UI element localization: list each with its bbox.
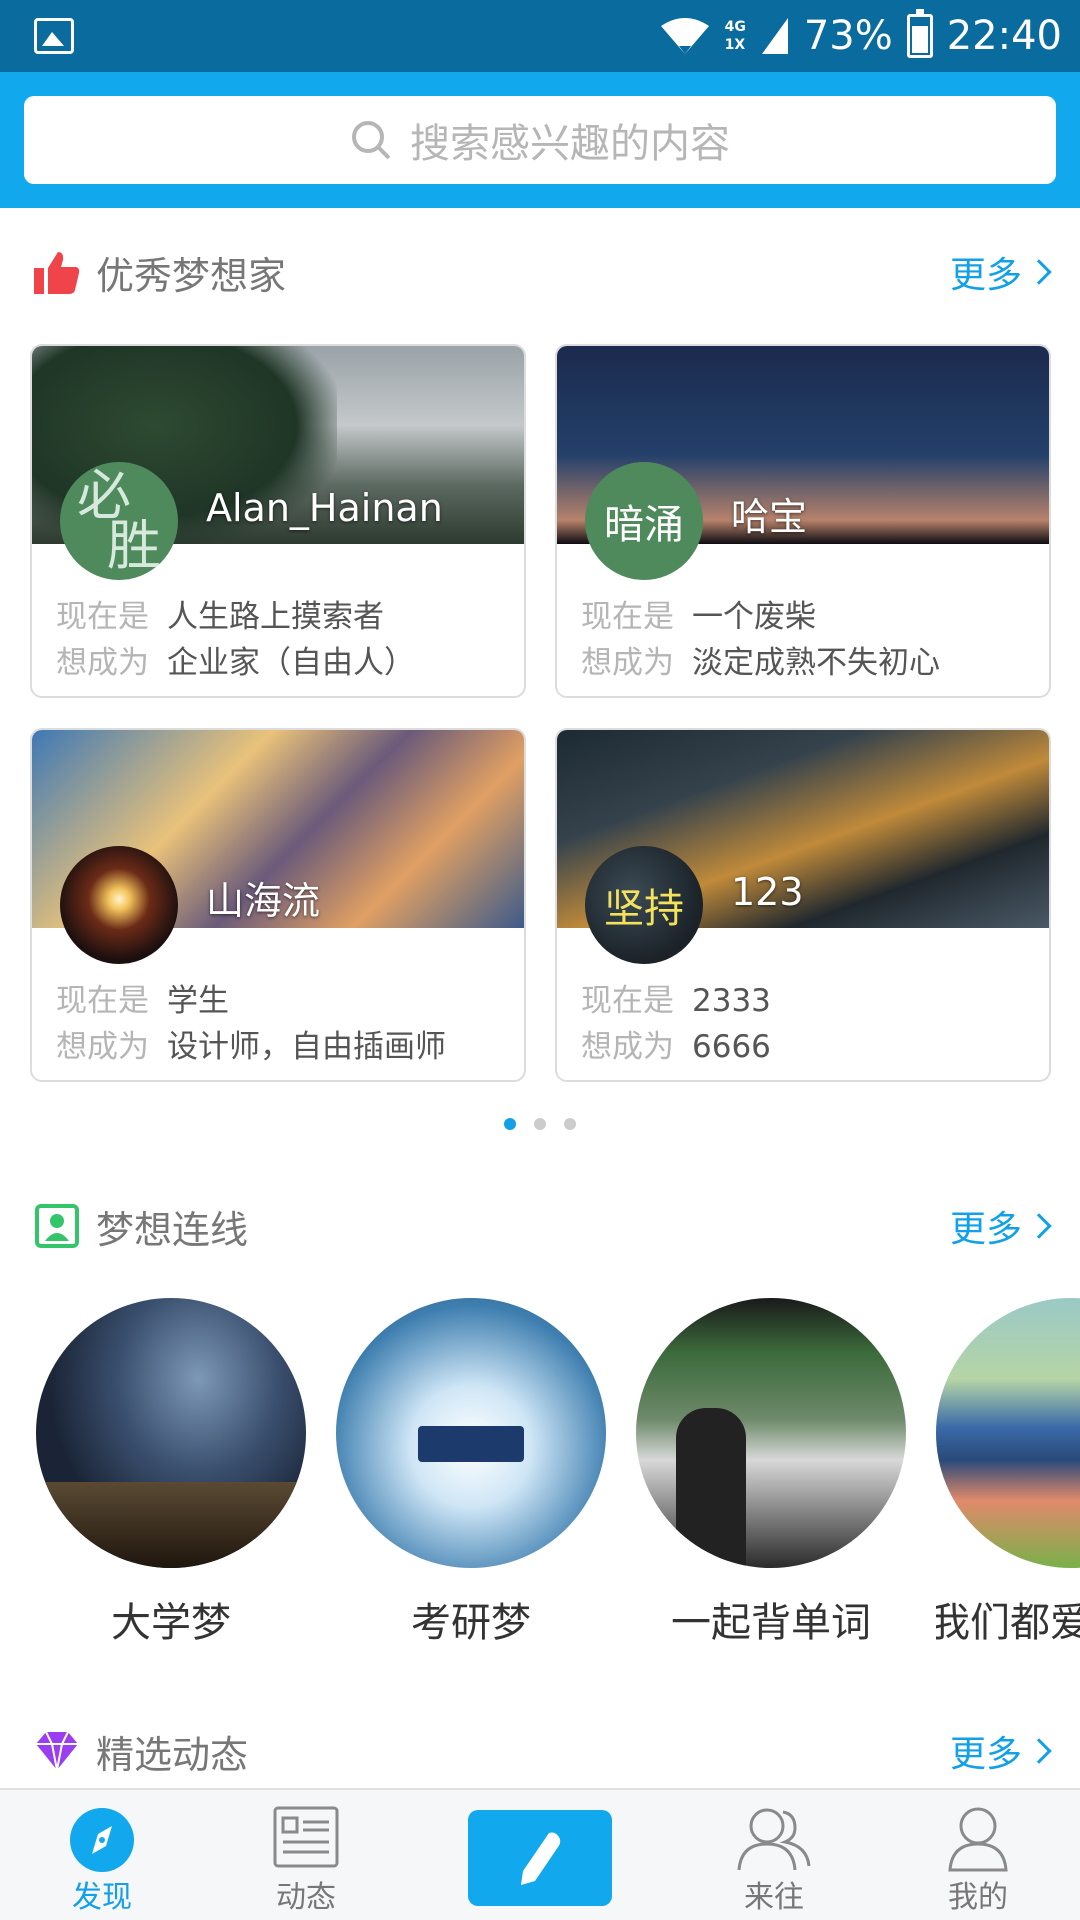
chevron-right-icon xyxy=(1026,1738,1052,1764)
dream-label: 我们都爱 xyxy=(936,1600,1080,1646)
want-key: 想成为 xyxy=(581,1029,674,1065)
battery-percent: 73% xyxy=(803,13,893,59)
battery-icon xyxy=(906,9,933,58)
dream-image xyxy=(936,1298,1080,1568)
pager-dot[interactable] xyxy=(534,1118,546,1130)
search-placeholder: 搜索感兴趣的内容 xyxy=(410,121,730,167)
nav-feed[interactable]: 动态 xyxy=(236,1790,376,1920)
avatar: 暗涌 xyxy=(585,462,703,580)
pager-dot[interactable] xyxy=(504,1118,516,1130)
nav-discover[interactable]: 发现 xyxy=(32,1790,172,1920)
want-value: 企业家（自由人） xyxy=(167,645,415,681)
more-link[interactable]: 更多 xyxy=(950,246,1052,298)
now-key: 现在是 xyxy=(581,599,674,635)
dream-label: 考研梦 xyxy=(411,1600,531,1646)
network-type: 4G 1X xyxy=(724,19,746,53)
chevron-right-icon xyxy=(1026,259,1052,285)
more-link[interactable]: 更多 xyxy=(950,1725,1052,1777)
now-key: 现在是 xyxy=(56,599,149,635)
dream-label: 一起背单词 xyxy=(671,1600,871,1646)
avatar xyxy=(60,846,178,964)
thumbs-up-icon xyxy=(34,252,80,294)
want-key: 想成为 xyxy=(56,645,149,681)
chevron-right-icon xyxy=(1026,1213,1052,1239)
news-icon xyxy=(273,1806,339,1868)
dream-line-item[interactable]: 大学梦 xyxy=(36,1298,306,1648)
want-value: 淡定成熟不失初心 xyxy=(692,645,940,681)
dream-image xyxy=(336,1298,606,1568)
dreamer-card[interactable]: 暗涌 哈宝 现在是 一个废柴 想成为 淡定成熟不失初心 xyxy=(555,344,1051,698)
now-value: 一个废柴 xyxy=(692,599,816,635)
section-title: 梦想连线 xyxy=(96,1207,249,1252)
want-key: 想成为 xyxy=(581,645,674,681)
search-input[interactable]: 搜索感兴趣的内容 xyxy=(24,96,1056,184)
pencil-icon xyxy=(521,1832,561,1885)
avatar: 必胜 xyxy=(60,462,178,580)
featured-section-header: 精选动态 更多 xyxy=(0,1714,1080,1788)
pager-dot[interactable] xyxy=(564,1118,576,1130)
avatar: 坚持 xyxy=(585,846,703,964)
dream-image xyxy=(36,1298,306,1568)
contact-card-icon xyxy=(35,1204,79,1248)
more-link[interactable]: 更多 xyxy=(950,1200,1052,1252)
dream-line-item[interactable]: 一起背单词 xyxy=(636,1298,906,1648)
now-value: 2333 xyxy=(692,983,771,1019)
dream-line-item[interactable]: 我们都爱 xyxy=(936,1298,1080,1648)
dreamer-card[interactable]: 必胜 Alan_Hainan 现在是 人生路上摸索者 想成为 企业家（自由人） xyxy=(30,344,526,698)
wifi-icon xyxy=(659,16,711,56)
want-value: 6666 xyxy=(692,1029,771,1065)
now-value: 学生 xyxy=(167,983,229,1019)
now-key: 现在是 xyxy=(56,983,149,1019)
dream-line-section-header: 梦想连线 更多 xyxy=(0,1186,1080,1266)
dream-image xyxy=(636,1298,906,1568)
bottom-navigation: 发现 动态 来往 我的 xyxy=(0,1788,1080,1920)
search-icon xyxy=(352,121,391,160)
clock: 22:40 xyxy=(946,13,1062,59)
nav-contacts[interactable]: 来往 xyxy=(704,1790,844,1920)
contacts-icon xyxy=(737,1808,811,1871)
now-value: 人生路上摸索者 xyxy=(167,599,384,635)
now-key: 现在是 xyxy=(581,983,674,1019)
gallery-notification-icon xyxy=(34,18,74,54)
diamond-icon xyxy=(36,1731,78,1771)
compose-button[interactable] xyxy=(468,1810,612,1906)
dreamers-section-header: 优秀梦想家 更多 xyxy=(0,232,1080,312)
dreamer-name: Alan_Hainan xyxy=(206,486,443,530)
search-bar: 搜索感兴趣的内容 xyxy=(0,72,1080,208)
signal-icon xyxy=(760,16,790,56)
profile-icon xyxy=(948,1807,1008,1872)
want-value: 设计师，自由插画师 xyxy=(167,1029,446,1065)
dreamer-card[interactable]: 坚持 123 现在是 2333 想成为 6666 xyxy=(555,728,1051,1082)
dream-label: 大学梦 xyxy=(111,1600,231,1646)
dreamer-name: 123 xyxy=(731,870,804,914)
want-key: 想成为 xyxy=(56,1029,149,1065)
nav-profile[interactable]: 我的 xyxy=(908,1790,1048,1920)
carousel-pager xyxy=(0,1118,1080,1130)
status-bar: 4G 1X 73% 22:40 xyxy=(0,0,1080,72)
dreamer-name: 山海流 xyxy=(206,879,321,923)
dreamer-card[interactable]: 山海流 现在是 学生 想成为 设计师，自由插画师 xyxy=(30,728,526,1082)
dreamer-name: 哈宝 xyxy=(731,495,808,539)
compass-icon xyxy=(70,1808,134,1872)
section-title: 精选动态 xyxy=(96,1732,249,1777)
section-title: 优秀梦想家 xyxy=(96,253,287,298)
dream-line-item[interactable]: 考研梦 xyxy=(336,1298,606,1648)
